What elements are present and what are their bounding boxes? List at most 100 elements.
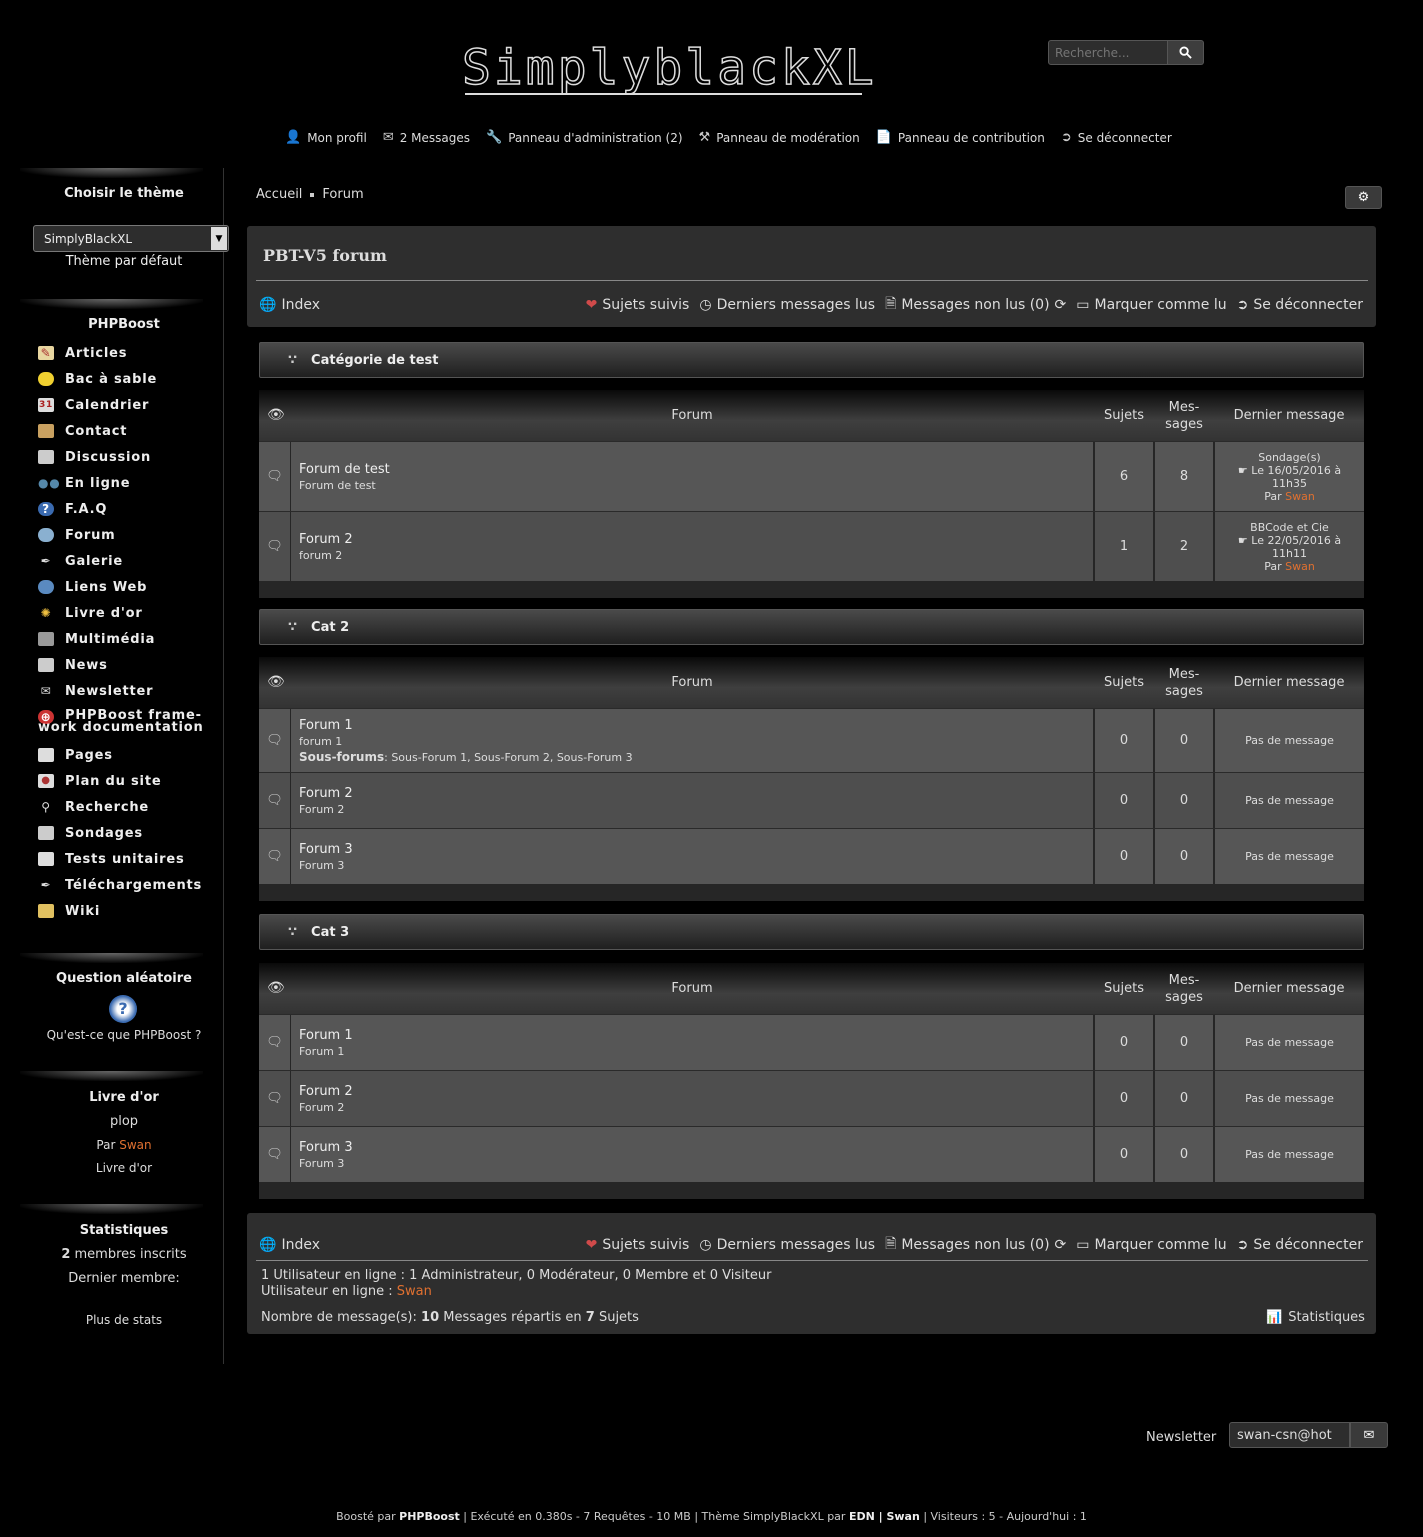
- refresh-icon[interactable]: ⟳: [1055, 1237, 1067, 1253]
- unit-tests-icon: [38, 852, 54, 866]
- settings-button[interactable]: ⚙: [1345, 186, 1382, 209]
- chat-bubble-icon: 🗨: [259, 709, 290, 772]
- articles-icon: ✎: [38, 346, 54, 360]
- file-icon: 🗎: [885, 1236, 897, 1252]
- refresh-icon[interactable]: ⟳: [1055, 297, 1067, 313]
- menu-item-unit-tests[interactable]: Tests unitaires: [38, 852, 204, 878]
- forum-nav-top: 🌐 Index ❤ Sujets suivis ◷ Derniers messages…: [259, 293, 1363, 317]
- online-users: Utilisateur en ligne : Swan: [261, 1284, 432, 1299]
- menu-item-online[interactable]: ●● En ligne: [38, 476, 204, 502]
- search-button[interactable]: [1168, 40, 1204, 65]
- menu-item-gallery[interactable]: ✒ Galerie: [38, 554, 204, 580]
- nav-admin[interactable]: 🔧 Panneau d'administration (2): [486, 130, 683, 145]
- menu-item-sandbox[interactable]: Bac à sable: [38, 372, 204, 398]
- nav-moderation[interactable]: ⚒ Panneau de modération: [699, 130, 860, 145]
- nav-messages[interactable]: ✉ 2 Messages: [383, 130, 470, 145]
- nav-followed[interactable]: ❤ Sujets suivis: [586, 1237, 690, 1253]
- theme-title: Choisir le thème: [64, 186, 184, 201]
- forum-link[interactable]: Forum 3: [299, 842, 1085, 857]
- nav-index[interactable]: 🌐 Index: [259, 297, 320, 313]
- online-user-link[interactable]: Swan: [397, 1284, 432, 1299]
- menu-item-faq[interactable]: ? F.A.Q: [38, 502, 204, 528]
- last-message-link[interactable]: Sondage(s): [1258, 451, 1320, 464]
- menu-item-calendar[interactable]: 31 Calendrier: [38, 398, 204, 424]
- menu-item-wiki[interactable]: Wiki: [38, 904, 204, 930]
- last-message-link[interactable]: BBCode et Cie: [1250, 521, 1329, 534]
- breadcrumb-home[interactable]: Accueil: [256, 187, 302, 202]
- nav-logout[interactable]: ➲ Se déconnecter: [1061, 130, 1172, 145]
- search-input[interactable]: [1048, 40, 1168, 65]
- menu-item-multimedia[interactable]: Multimédia: [38, 632, 204, 658]
- guestbook-author[interactable]: Swan: [119, 1138, 151, 1152]
- nav-forum-logout[interactable]: ➲ Se déconnecter: [1237, 297, 1363, 313]
- forum-link[interactable]: Forum 2: [299, 532, 1085, 547]
- newsletter-submit-button[interactable]: ✉: [1350, 1422, 1388, 1448]
- category-bar[interactable]: ∵ Cat 3: [259, 914, 1364, 950]
- nav-followed[interactable]: ❤ Sujets suivis: [586, 297, 690, 313]
- wrench-icon: 🔧: [486, 130, 503, 145]
- menu-item-guestbook[interactable]: ✺ Livre d'or: [38, 606, 204, 632]
- menu-item-discussion[interactable]: Discussion: [38, 450, 204, 476]
- menu-item-weblinks[interactable]: Liens Web: [38, 580, 204, 606]
- category-bar[interactable]: ∵ Cat 2: [259, 609, 1364, 645]
- nav-unread[interactable]: 🗎 Messages non lus (0) ⟳: [885, 1233, 1066, 1257]
- forum-link[interactable]: Forum 3: [299, 1140, 1085, 1155]
- menu-item-framework-doc[interactable]: ⊕ PHPBoost frame-work documentation: [38, 709, 204, 748]
- rss-icon[interactable]: ∵: [288, 353, 297, 368]
- nav-index[interactable]: 🌐 Index: [259, 1237, 320, 1253]
- nav-profile[interactable]: 👤 Mon profil: [285, 130, 367, 145]
- menu-item-downloads[interactable]: ✒ Téléchargements: [38, 878, 204, 904]
- guestbook-link[interactable]: Livre d'or: [0, 1161, 248, 1175]
- top-navigation: 👤 Mon profil ✉ 2 Messages 🔧 Panneau d'admin…: [285, 130, 1172, 145]
- theme-author-link[interactable]: EDN | Swan: [849, 1510, 920, 1523]
- menu-item-articles[interactable]: ✎ Articles: [38, 346, 204, 372]
- nav-mark-read[interactable]: ▭ Marquer comme lu: [1076, 297, 1226, 313]
- multimedia-icon: [38, 632, 54, 646]
- menu-item-search[interactable]: ⚲ Recherche: [38, 800, 204, 826]
- menu-item-forum[interactable]: Forum: [38, 528, 204, 554]
- forum-link[interactable]: Forum 2: [299, 1084, 1085, 1099]
- question-link[interactable]: Qu'est-ce que PHPBoost ?: [0, 1028, 248, 1042]
- subforums-links[interactable]: Sous-Forum 1, Sous-Forum 2, Sous-Forum 3: [391, 751, 632, 764]
- eraser-icon: ▭: [1076, 297, 1090, 313]
- forum-link[interactable]: Forum 1: [299, 718, 1085, 733]
- stats-more-link[interactable]: Plus de stats: [0, 1313, 248, 1327]
- rss-icon[interactable]: ∵: [288, 925, 297, 940]
- chat-bubble-icon: 🗨: [259, 829, 290, 884]
- nav-contribution[interactable]: 📄 Panneau de contribution: [876, 130, 1045, 145]
- discussion-icon: [38, 450, 54, 464]
- page-footer: Boosté par PHPBoost | Exécuté en 0.380s …: [336, 1510, 1087, 1523]
- theme-select[interactable]: SimplyBlackXL ▼: [33, 225, 229, 252]
- menu-item-polls[interactable]: Sondages: [38, 826, 204, 852]
- category-bar[interactable]: ∵ Catégorie de test: [259, 342, 1364, 378]
- forum-link[interactable]: Forum 1: [299, 1028, 1085, 1043]
- nav-forum-logout[interactable]: ➲ Se déconnecter: [1237, 1237, 1363, 1253]
- wiki-icon: [38, 904, 54, 918]
- table-row: 🗨 Forum 2 Forum 2 0 0 Pas de message: [259, 772, 1364, 828]
- nav-mark-read[interactable]: ▭ Marquer comme lu: [1076, 1237, 1226, 1253]
- statistics-link[interactable]: 📊 Statistiques: [1266, 1310, 1365, 1325]
- author-link[interactable]: Swan: [1285, 560, 1315, 573]
- theme-default-link[interactable]: Thème par défaut: [0, 254, 248, 269]
- clock-icon: ◷: [699, 1237, 712, 1253]
- rss-icon[interactable]: ∵: [288, 620, 297, 635]
- forum-link[interactable]: Forum 2: [299, 786, 1085, 801]
- forum-table: 👁 Forum Sujets Mes-sages Dernier message…: [259, 390, 1364, 598]
- nav-last-read[interactable]: ◷ Derniers messages lus: [699, 297, 875, 313]
- site-logo[interactable]: SimplyblackXL: [461, 39, 877, 97]
- phpboost-link[interactable]: PHPBoost: [399, 1510, 460, 1523]
- forum-icon: [38, 528, 54, 542]
- menu-item-pages[interactable]: Pages: [38, 748, 204, 774]
- newsletter-email-input[interactable]: swan-csn@hot: [1229, 1422, 1350, 1448]
- forum-link[interactable]: Forum de test: [299, 462, 1085, 477]
- author-link[interactable]: Swan: [1285, 490, 1315, 503]
- menu-item-news[interactable]: News: [38, 658, 204, 684]
- nav-last-read[interactable]: ◷ Derniers messages lus: [699, 1237, 875, 1253]
- stats-last-member: Dernier membre:: [68, 1271, 180, 1286]
- nav-unread[interactable]: 🗎 Messages non lus (0) ⟳: [885, 293, 1066, 317]
- menu-item-contact[interactable]: Contact: [38, 424, 204, 450]
- last-message: Sondage(s) ☛ Le 16/05/2016 à 11h35 Par S…: [1215, 442, 1364, 511]
- breadcrumb-forum[interactable]: Forum: [322, 187, 363, 202]
- menu-item-newsletter[interactable]: ✉ Newsletter: [38, 684, 204, 710]
- menu-item-sitemap[interactable]: ● Plan du site: [38, 774, 204, 800]
